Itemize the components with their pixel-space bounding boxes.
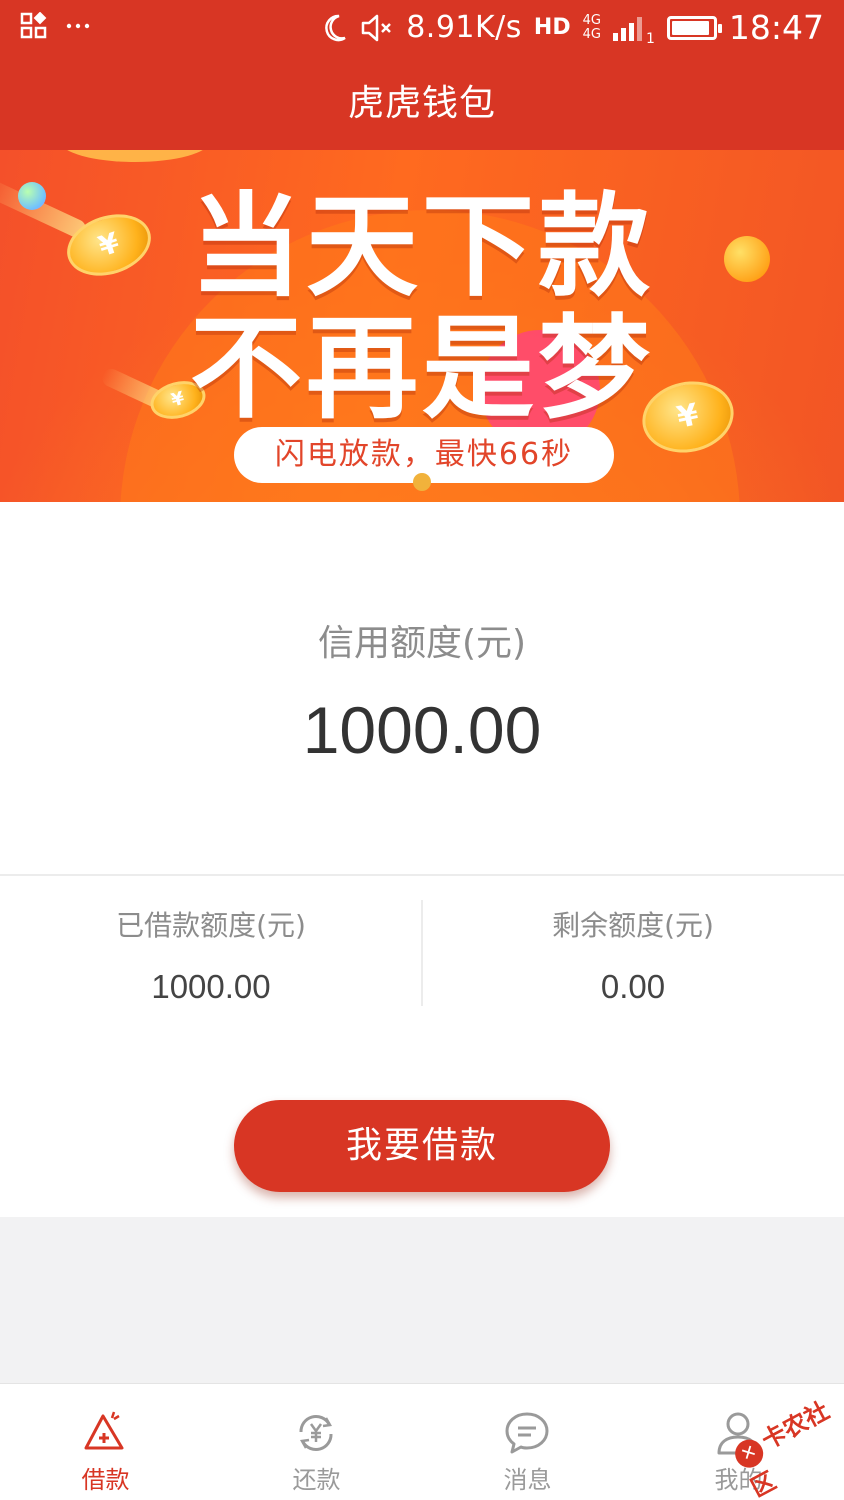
app-screen: 8.91K/s HD 4G 4G 1 18:47 虎虎钱包 ¥ ¥ ¥ 当天下款… (0, 0, 844, 1500)
status-time: 18:47 (728, 8, 824, 47)
tab-repay[interactable]: 还款 (211, 1384, 422, 1500)
tab-label: 消息 (503, 1466, 552, 1494)
borrowed-stat: 已借款额度(元) 1000.00 (0, 876, 422, 1026)
mute-icon (361, 14, 392, 41)
borrow-icon (84, 1411, 124, 1450)
hd-indicator: HD (533, 15, 571, 40)
signal-icon (612, 15, 642, 41)
message-icon (505, 1412, 549, 1454)
tab-label: 借款 (81, 1466, 130, 1494)
carousel-dot[interactable] (413, 473, 431, 491)
nav-bar: 虎虎钱包 (0, 58, 844, 150)
banner-headline-2: 不再是梦 (190, 304, 654, 434)
borrowed-value: 1000.00 (151, 968, 271, 1005)
borrow-button[interactable]: 我要借款 (234, 1100, 610, 1192)
battery-icon (666, 15, 722, 40)
tab-bar: 借款 还款 消息 我的 (0, 1383, 844, 1500)
grid-icon (20, 12, 47, 39)
repay-icon (299, 1414, 333, 1452)
moon-icon (325, 14, 346, 41)
credit-panel: 信用额度(元) 1000.00 已借款额度(元) 1000.00 剩余额度(元)… (0, 502, 844, 1217)
divider (421, 900, 423, 1006)
network-type-label-2: 4G (582, 26, 601, 42)
tab-label: 还款 (292, 1466, 341, 1494)
network-speed: 8.91K/s (406, 10, 522, 45)
tab-messages[interactable]: 消息 (422, 1384, 633, 1500)
tab-borrow[interactable]: 借款 (0, 1384, 211, 1500)
promo-banner[interactable]: ¥ ¥ ¥ 当天下款 不再是梦 闪电放款，最快66秒 (0, 150, 844, 502)
status-bar: 8.91K/s HD 4G 4G 1 18:47 (0, 0, 844, 58)
remaining-label: 剩余额度(元) (552, 909, 714, 942)
remaining-stat: 剩余额度(元) 0.00 (422, 876, 844, 1026)
credit-limit-amount: 1000.00 (302, 693, 542, 767)
more-dots-icon (66, 23, 90, 29)
sim-slot: 1 (645, 31, 655, 47)
network-type-label: 4G (582, 12, 601, 28)
borrowed-label: 已借款额度(元) (116, 909, 306, 942)
credit-limit-label: 信用额度(元) (317, 623, 527, 664)
page-title: 虎虎钱包 (347, 83, 496, 124)
remaining-value: 0.00 (600, 968, 666, 1005)
